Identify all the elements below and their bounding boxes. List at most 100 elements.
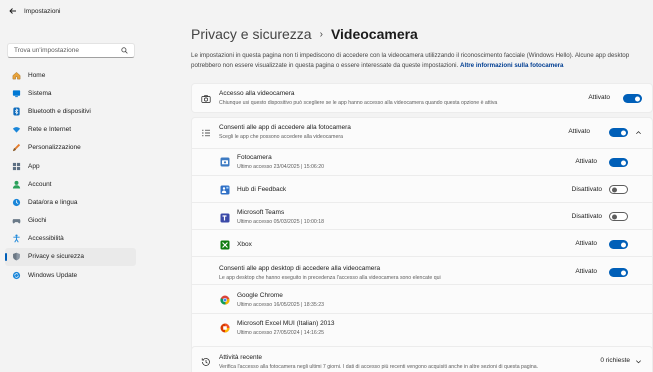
app-access-toggle[interactable] [609,128,628,137]
xbox-icon [219,239,230,250]
app-toggle-feedback-hub[interactable] [609,185,628,194]
camera-access-card: Accesso alla videocamera Chiunque usi qu… [191,83,653,113]
teams-icon [219,212,230,223]
sidebar-item-giochi[interactable]: Giochi [5,212,136,230]
more-info-link[interactable]: Altre informazioni sulla fotocamera [460,62,564,69]
search-input[interactable] [14,47,120,54]
app-name: Xbox [237,241,252,248]
search-box[interactable] [7,43,135,58]
sidebar-item-label: Bluetooth e dispositivi [28,107,91,115]
divider [192,229,652,230]
sidebar-item-label: Sistema [28,89,52,97]
breadcrumb-separator: › [319,28,323,40]
app-access-subtitle: Scegli le app che possono accedere alla … [219,134,344,140]
toggle-knob [612,214,617,219]
app-state: Disattivato [571,213,602,220]
chevron-down-icon[interactable] [634,357,642,365]
desktop-access-title: Consenti alle app desktop di accedere al… [219,265,381,272]
sidebar-item-label: Personalizzazione [28,144,81,152]
camera-app-icon [219,156,230,167]
account-icon [12,180,21,189]
divider [192,284,652,285]
sidebar-item-privacy[interactable]: Privacy e sicurezza [5,247,136,267]
sidebar-item-data-ora[interactable]: Data/ora e lingua [5,193,136,211]
divider [192,148,652,149]
app-last-access: Ultimo accesso 23/04/2025 | 15:06:20 [237,164,324,170]
sidebar-item-app[interactable]: App [5,157,136,175]
chrome-icon [219,294,230,305]
toggle-knob [621,160,626,165]
app-state: Disattivato [571,186,602,193]
breadcrumb-parent[interactable]: Privacy e sicurezza [191,26,312,42]
toggle-knob [635,96,640,101]
camera-icon [200,93,211,104]
sidebar-item-sistema[interactable]: Sistema [5,84,136,102]
desktop-access-toggle[interactable] [609,268,628,277]
app-last-access: Ultimo accesso 05/03/2025 | 10:00:18 [237,219,324,225]
sidebar-item-label: Rete e Internet [28,126,71,134]
page-title: Videocamera [330,26,418,42]
sidebar-item-bluetooth[interactable]: Bluetooth e dispositivi [5,102,136,120]
sidebar-item-label: Home [28,71,46,79]
sidebar-item-label: Privacy e sicurezza [28,253,84,261]
sidebar-item-home[interactable]: Home [5,66,136,84]
recent-activity-count: 0 richieste [600,357,630,364]
globe-clock-icon [12,198,21,207]
recent-activity-title: Attività recente [219,354,262,361]
sidebar-item-label: Windows Update [28,271,78,279]
camera-access-toggle[interactable] [623,94,642,103]
app-state: Attivato [575,158,597,165]
apps-icon [12,162,21,171]
desktop-app-name: Google Chrome [237,292,283,299]
breadcrumb: Privacy e sicurezza › Videocamera [191,26,418,42]
divider [192,175,652,176]
bluetooth-icon [12,107,21,116]
sidebar-item-rete[interactable]: Rete e Internet [5,121,136,139]
sidebar-item-label: Accessibilità [28,235,64,243]
desktop-app-last-access: Ultimo accesso 27/05/2024 | 14:16:25 [237,330,324,336]
app-access-state: Attivato [568,128,590,135]
app-name: Microsoft Teams [237,209,285,216]
app-name: Hub di Feedback [237,186,287,193]
wifi-icon [12,125,21,134]
brush-icon [12,143,21,152]
camera-access-title: Accesso alla videocamera [219,90,295,97]
sidebar-item-accessibilita[interactable]: Accessibilità [5,230,136,248]
search-icon[interactable] [120,47,128,55]
app-name: Fotocamera [237,154,272,161]
camera-access-subtitle: Chiunque usi questo dispositivo può sceg… [219,100,498,106]
toggle-knob [612,187,617,192]
sidebar-item-windows-update[interactable]: Windows Update [5,266,136,284]
desktop-app-last-access: Ultimo accesso 16/05/2025 | 18:35:23 [237,302,324,308]
chevron-up-icon[interactable] [634,128,642,136]
update-icon [12,271,21,280]
feedback-hub-icon [219,184,230,195]
divider [192,202,652,203]
list-icon [200,127,211,138]
desktop-access-subtitle: Le app desktop che hanno eseguito in pre… [219,275,441,281]
page-description: Le impostazioni in questa pagina non ti … [191,51,646,71]
sidebar-nav: Home Sistema Bluetooth e dispositivi Ret… [5,66,136,284]
recent-activity-subtitle: Verifica l'accesso alla fotocamera negli… [219,364,539,370]
sidebar-item-personalizzazione[interactable]: Personalizzazione [5,139,136,157]
divider [192,256,652,257]
app-toggle-teams[interactable] [609,212,628,221]
recent-activity-card[interactable]: Attività recente Verifica l'accesso alla… [191,346,653,372]
back-arrow-icon[interactable] [8,6,18,16]
app-toggle-fotocamera[interactable] [609,158,628,167]
home-icon [12,71,21,80]
sidebar-item-account[interactable]: Account [5,175,136,193]
sidebar-item-label: Account [28,180,52,188]
shield-icon [12,252,21,261]
gamepad-icon [12,216,21,225]
title-bar: Impostazioni [0,0,653,22]
app-state: Attivato [575,240,597,247]
accessibility-icon [12,234,21,243]
camera-access-state: Attivato [588,94,610,101]
desktop-app-name: Microsoft Excel MUI (Italian) 2013 [237,320,335,327]
system-icon [12,89,21,98]
divider [192,313,652,314]
app-access-title: Consenti alle app di accedere alla fotoc… [219,124,351,131]
app-toggle-xbox[interactable] [609,240,628,249]
desktop-access-state: Attivato [575,268,597,275]
